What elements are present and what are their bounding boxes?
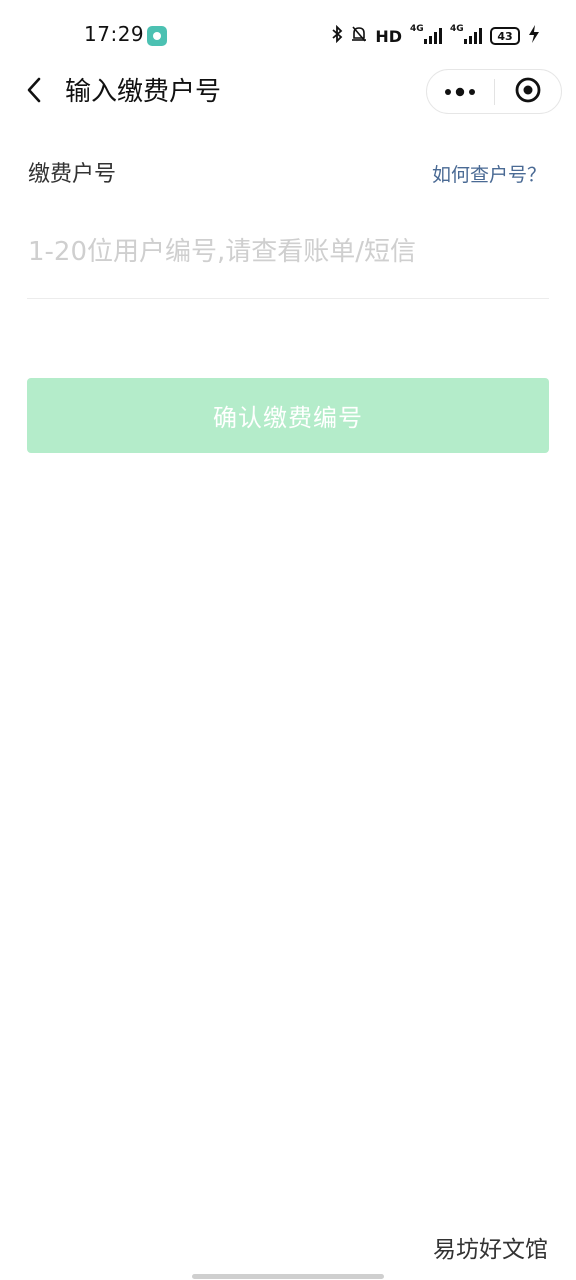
target-circle-icon [514,76,542,108]
nav-bar: 输入缴费户号 [0,64,576,120]
notification-app-icon [147,26,167,46]
hd-label: HD [375,26,402,46]
account-number-input[interactable] [28,226,548,278]
close-mini-program-button[interactable] [495,70,562,113]
watermark-text: 易坊好文馆 [433,1237,548,1263]
mute-bell-icon [351,25,367,47]
status-bar: 17:29 HD 4G 4G 43 [0,0,576,72]
charging-bolt-icon [528,25,540,47]
signal-strength-icon-1: 4G [410,24,442,44]
chevron-left-icon [26,76,42,108]
net-type-label-1: 4G [410,24,424,34]
net-type-label-2: 4G [450,24,464,34]
account-number-label: 缴费户号 [28,162,117,187]
how-to-find-account-link[interactable]: 如何查户号？ [432,160,546,190]
battery-icon: 43 [490,27,520,45]
more-button[interactable] [427,70,494,113]
bluetooth-icon [331,24,343,47]
battery-level: 43 [497,29,513,43]
mini-program-capsule [426,69,562,114]
signal-strength-icon-2: 4G [450,24,482,44]
input-divider [27,298,549,299]
status-indicators: HD 4G 4G 43 [331,24,540,48]
page-title: 输入缴费户号 [65,77,222,107]
more-dots-icon [443,82,477,101]
confirm-account-button[interactable]: 确认缴费编号 [27,378,549,453]
status-time: 17:29 [84,22,145,46]
home-indicator[interactable] [192,1274,384,1279]
back-button[interactable] [18,74,50,110]
